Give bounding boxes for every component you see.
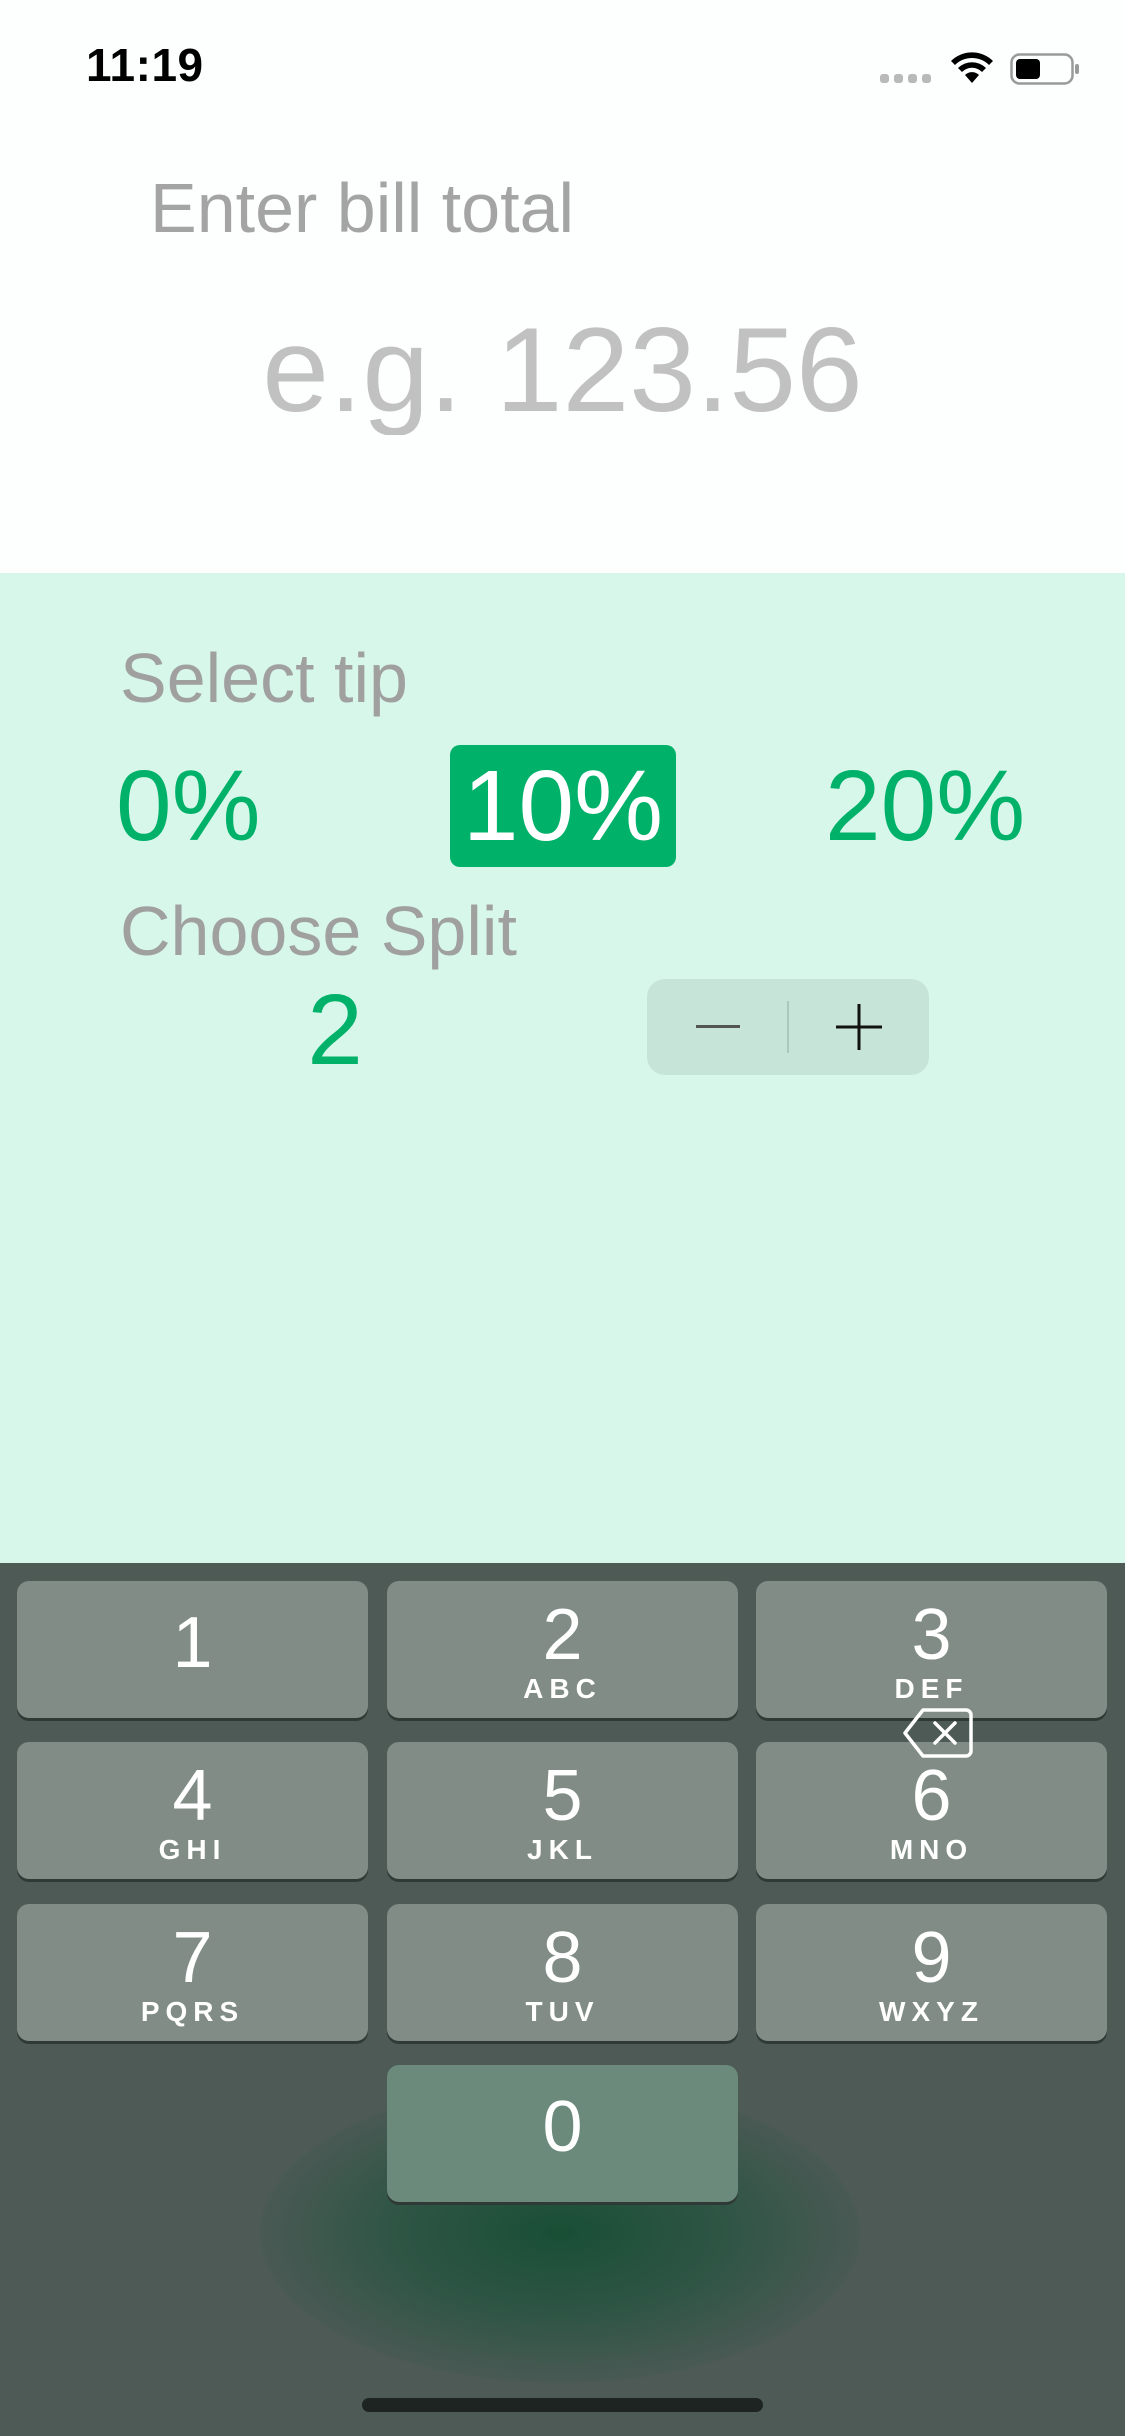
- key-letters: WXYZ: [879, 1996, 984, 2027]
- key-digit: 2: [542, 1595, 583, 1675]
- plus-icon: [835, 1004, 882, 1050]
- key-5[interactable]: 5 JKL: [387, 1742, 738, 1879]
- increment-button[interactable]: [788, 979, 929, 1075]
- key-digit: 4: [172, 1756, 213, 1836]
- minus-icon: [695, 1025, 740, 1028]
- key-letters: JKL: [527, 1834, 598, 1865]
- choose-split-label: Choose Split: [120, 892, 517, 970]
- key-digit: 0: [542, 2087, 583, 2167]
- key-digit: 8: [542, 1918, 583, 1998]
- status-bar: 11:19: [0, 0, 1125, 130]
- tip-option-0[interactable]: 0%: [116, 745, 276, 867]
- wifi-icon: [951, 52, 993, 83]
- key-letters: MNO: [889, 1834, 974, 1865]
- home-indicator[interactable]: [362, 2398, 763, 2412]
- split-stepper: [647, 979, 929, 1075]
- tip-option-10-selected[interactable]: 10%: [450, 745, 676, 867]
- key-letters: ABC: [523, 1673, 602, 1704]
- key-9[interactable]: 9 WXYZ: [756, 1904, 1107, 2041]
- key-letters: TUV: [525, 1996, 600, 2027]
- bill-label: Enter bill total: [150, 169, 575, 247]
- tip-option-20[interactable]: 20%: [825, 745, 1035, 867]
- tip-section: Select tip 0% 10% 20% Choose Split 2: [0, 573, 1125, 1563]
- delete-key[interactable]: [878, 1668, 998, 1798]
- key-4[interactable]: 4 GHI: [17, 1742, 368, 1879]
- key-digit: 9: [911, 1918, 952, 1998]
- status-time: 11:19: [86, 39, 204, 91]
- bill-total-input[interactable]: [0, 305, 1125, 435]
- select-tip-label: Select tip: [120, 639, 408, 717]
- split-value: 2: [307, 974, 363, 1086]
- key-1[interactable]: 1: [17, 1581, 368, 1718]
- key-8[interactable]: 8 TUV: [387, 1904, 738, 2041]
- decrement-button[interactable]: [647, 979, 788, 1075]
- key-digit: 3: [911, 1595, 952, 1675]
- key-digit: 1: [172, 1603, 213, 1683]
- key-7[interactable]: 7 PQRS: [17, 1904, 368, 2041]
- key-2[interactable]: 2 ABC: [387, 1581, 738, 1718]
- bill-section: Enter bill total: [0, 130, 1125, 573]
- battery-icon: [1010, 53, 1079, 85]
- cellular-signal-icon: [880, 74, 932, 84]
- key-0[interactable]: 0: [387, 2065, 738, 2202]
- backspace-icon: [903, 1708, 973, 1758]
- key-letters: PQRS: [140, 1996, 245, 2027]
- key-digit: 5: [542, 1756, 583, 1836]
- key-digit: 7: [172, 1918, 213, 1998]
- stepper-divider: [787, 1001, 789, 1053]
- key-letters: GHI: [158, 1834, 227, 1865]
